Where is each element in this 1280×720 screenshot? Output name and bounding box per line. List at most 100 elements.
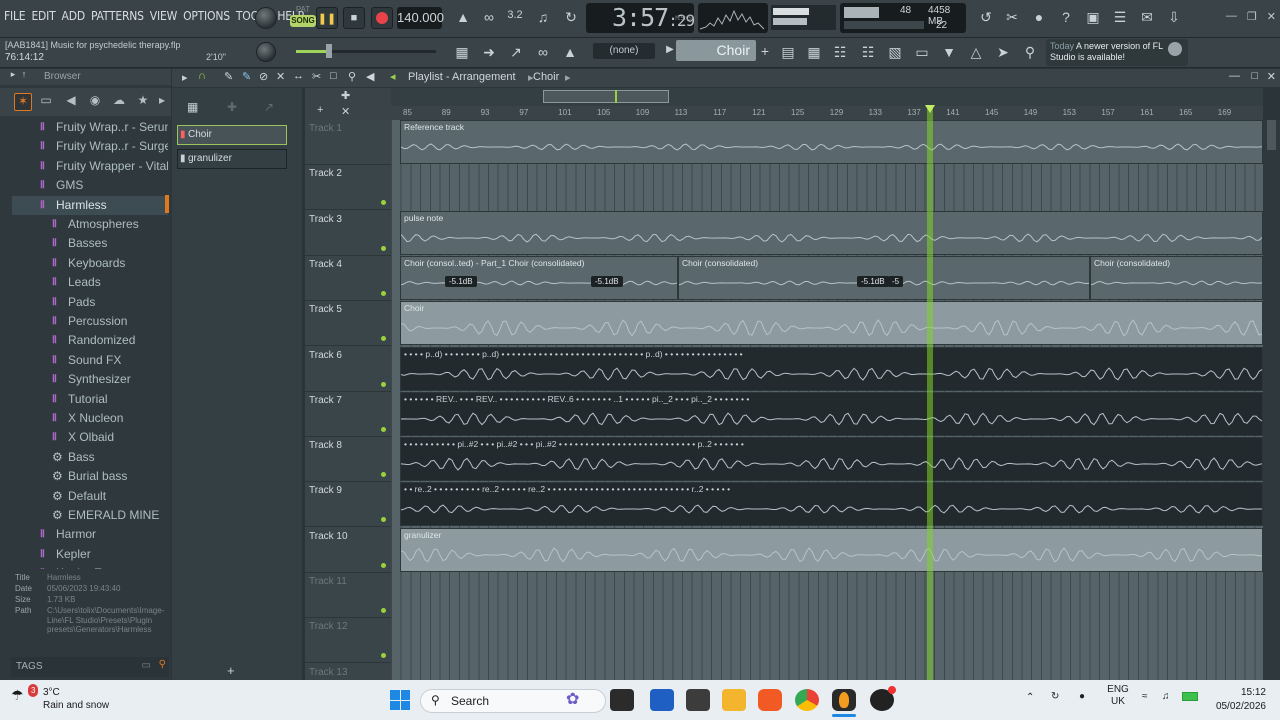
track-header[interactable]: Track 1 xyxy=(305,120,391,165)
chrome-icon[interactable] xyxy=(795,689,819,711)
picker-item-granulizer[interactable]: ▮ granulizer xyxy=(177,149,287,169)
channel-rack-icon[interactable]: ▤ xyxy=(777,44,799,61)
help-icon[interactable]: ? xyxy=(1055,9,1077,25)
microphone-icon[interactable]: ● xyxy=(1028,9,1050,25)
paint-icon[interactable]: ✎ xyxy=(242,70,251,83)
choir-clip[interactable]: Choir xyxy=(400,301,1263,346)
zoom-icon[interactable]: ⚲ xyxy=(348,70,356,83)
pulse-note-clip[interactable]: pulse note xyxy=(400,210,1263,255)
browser-item[interactable]: Ⅱ Fruity Wrapper - Vital xyxy=(12,157,168,176)
playhead-marker[interactable] xyxy=(925,105,935,113)
browser-item[interactable]: Ⅱ Harmless xyxy=(12,195,168,215)
browser-item[interactable]: Ⅱ Keyboards xyxy=(12,254,168,273)
save-icon[interactable]: ▣ xyxy=(1082,9,1104,26)
browser-file-icon[interactable]: ▭ xyxy=(37,93,55,111)
browser-item[interactable]: Ⅱ Tutorial xyxy=(12,390,168,409)
routing-icon[interactable]: ▧ xyxy=(884,44,906,61)
select-icon[interactable]: □ xyxy=(330,70,337,82)
browser-item[interactable]: Ⅱ Atmospheres xyxy=(12,215,168,234)
pattern-clips-row[interactable]: • • • • p..d) • • • • • • • p..d) • • • … xyxy=(400,346,1263,391)
undo-icon[interactable]: ↺ xyxy=(975,9,997,26)
cut-icon[interactable]: ✂ xyxy=(1001,9,1023,26)
browser-item[interactable]: ⚙ EMERALD MINE xyxy=(12,506,168,525)
track-header[interactable]: Track 11 xyxy=(305,573,391,618)
master-volume-knob[interactable] xyxy=(255,7,277,29)
arrow-right-icon[interactable]: ➜ xyxy=(478,44,500,61)
plugin-icon[interactable]: ↗ xyxy=(505,44,527,61)
chevron-up-icon[interactable]: ⌃ xyxy=(1026,692,1034,703)
browser-item[interactable]: Ⅱ X Nucleon xyxy=(12,409,168,428)
browser-next-icon[interactable]: ▸ xyxy=(153,93,171,111)
automation-icon[interactable]: ↗ xyxy=(264,100,274,114)
track-mute-led[interactable] xyxy=(381,608,386,613)
track-header[interactable]: Track 8 xyxy=(305,437,391,483)
plug-icon[interactable]: ▼ xyxy=(938,44,960,60)
playlist-maximize-icon[interactable]: □ xyxy=(1251,70,1258,82)
playlist-minimize-icon[interactable]: — xyxy=(1229,70,1240,82)
browser-item[interactable]: ⅡKepler Exo xyxy=(12,564,168,569)
mic-icon[interactable]: △ xyxy=(965,44,987,61)
update-icon[interactable] xyxy=(1168,42,1182,56)
song-position-clock[interactable]: 3:57:29 M:S:CS xyxy=(586,3,695,33)
cart-icon[interactable]: ⚲ xyxy=(1019,44,1041,61)
file-explorer-icon[interactable] xyxy=(722,689,746,711)
playlist-nav-icon[interactable]: ◂ xyxy=(390,70,396,83)
link-icon[interactable]: ∞ xyxy=(532,44,554,60)
picker-item-choir[interactable]: ▮ Choir xyxy=(177,125,287,145)
browser-item[interactable]: Ⅱ Kepler xyxy=(12,545,168,564)
magnet-icon[interactable]: ∩ xyxy=(198,70,206,82)
close-icon[interactable]: ✕ xyxy=(1267,10,1276,23)
mic-tray-icon[interactable]: ● xyxy=(1079,691,1085,702)
browser-cloud-icon[interactable]: ☁ xyxy=(110,93,128,111)
choir-clip[interactable]: Choir (consolidated) xyxy=(1090,255,1263,300)
track-mute-led[interactable] xyxy=(381,381,386,387)
browser-item[interactable]: Ⅱ Pads xyxy=(12,293,168,312)
menu-add[interactable]: ADD xyxy=(62,9,86,23)
master-volume-slider[interactable] xyxy=(296,44,436,58)
master-pitch-knob[interactable] xyxy=(256,42,276,62)
sync-icon[interactable]: ↻ xyxy=(1051,691,1059,702)
chat-icon[interactable]: ✉ xyxy=(1136,9,1158,26)
track-mute-led[interactable] xyxy=(381,336,386,342)
store-icon[interactable] xyxy=(650,689,674,711)
track-header[interactable]: Track 10 xyxy=(305,528,391,573)
browser-item[interactable]: Ⅱ Fruity Wrap..r - Serum 2 xyxy=(12,118,168,137)
fl-studio-icon[interactable] xyxy=(832,689,856,711)
browser-item[interactable]: Ⅱ GMS xyxy=(12,176,168,195)
menu-patterns[interactable]: PATTERNS xyxy=(91,9,144,23)
copilot-icon[interactable]: ✿ xyxy=(566,689,590,711)
pattern-clips-row[interactable]: • • re..2 • • • • • • • • • re..2 • • • … xyxy=(400,482,1263,527)
menu-options[interactable]: OPTIONS xyxy=(183,9,230,23)
windows-start-icon[interactable] xyxy=(390,690,410,710)
track-header[interactable]: Track 7 xyxy=(305,392,391,437)
browser-item[interactable]: Ⅱ Sound FX xyxy=(12,351,168,370)
slip-icon[interactable]: ↔ xyxy=(293,70,304,82)
mixer-view-icon[interactable]: ☷ xyxy=(829,44,851,61)
countdown-icon[interactable]: 3.2 xyxy=(504,9,526,21)
brave-icon[interactable] xyxy=(758,689,782,711)
browser-item[interactable]: ⚙ Burial bass xyxy=(12,467,168,486)
file-icon[interactable]: ▭ xyxy=(911,44,933,61)
playhead[interactable] xyxy=(927,106,933,680)
browser-item[interactable]: Ⅱ Fruity Wrap..r - Surge XT xyxy=(12,137,168,156)
download-icon[interactable]: ⇩ xyxy=(1163,9,1185,26)
track-header[interactable]: Track 4 xyxy=(305,256,391,301)
track-mute-led[interactable] xyxy=(381,200,386,206)
browser-all-icon[interactable]: ✶ xyxy=(14,93,32,111)
track-header[interactable]: Track 6 xyxy=(305,347,391,392)
restore-icon[interactable]: ❐ xyxy=(1247,10,1257,23)
davinci-icon[interactable] xyxy=(870,686,896,711)
browser-item[interactable]: Ⅱ Randomized xyxy=(12,331,168,350)
update-notice[interactable]: Today A newer version of FL Studio is av… xyxy=(1046,39,1188,66)
minimize-icon[interactable]: — xyxy=(1226,10,1237,23)
app-icon[interactable] xyxy=(686,689,710,711)
browser-item[interactable]: Ⅱ Basses xyxy=(12,234,168,253)
playback-icon[interactable]: ◀ xyxy=(366,70,374,83)
browser-star-icon[interactable]: ★ xyxy=(134,93,152,111)
track-header[interactable]: Track 12 xyxy=(305,618,391,664)
battery-icon[interactable] xyxy=(1182,692,1198,701)
wait-input-icon[interactable]: ∞ xyxy=(478,9,500,25)
stop-button[interactable]: ■ xyxy=(343,7,365,29)
track-mute-led[interactable] xyxy=(381,245,386,251)
track-header[interactable]: Track 9 xyxy=(305,482,391,528)
